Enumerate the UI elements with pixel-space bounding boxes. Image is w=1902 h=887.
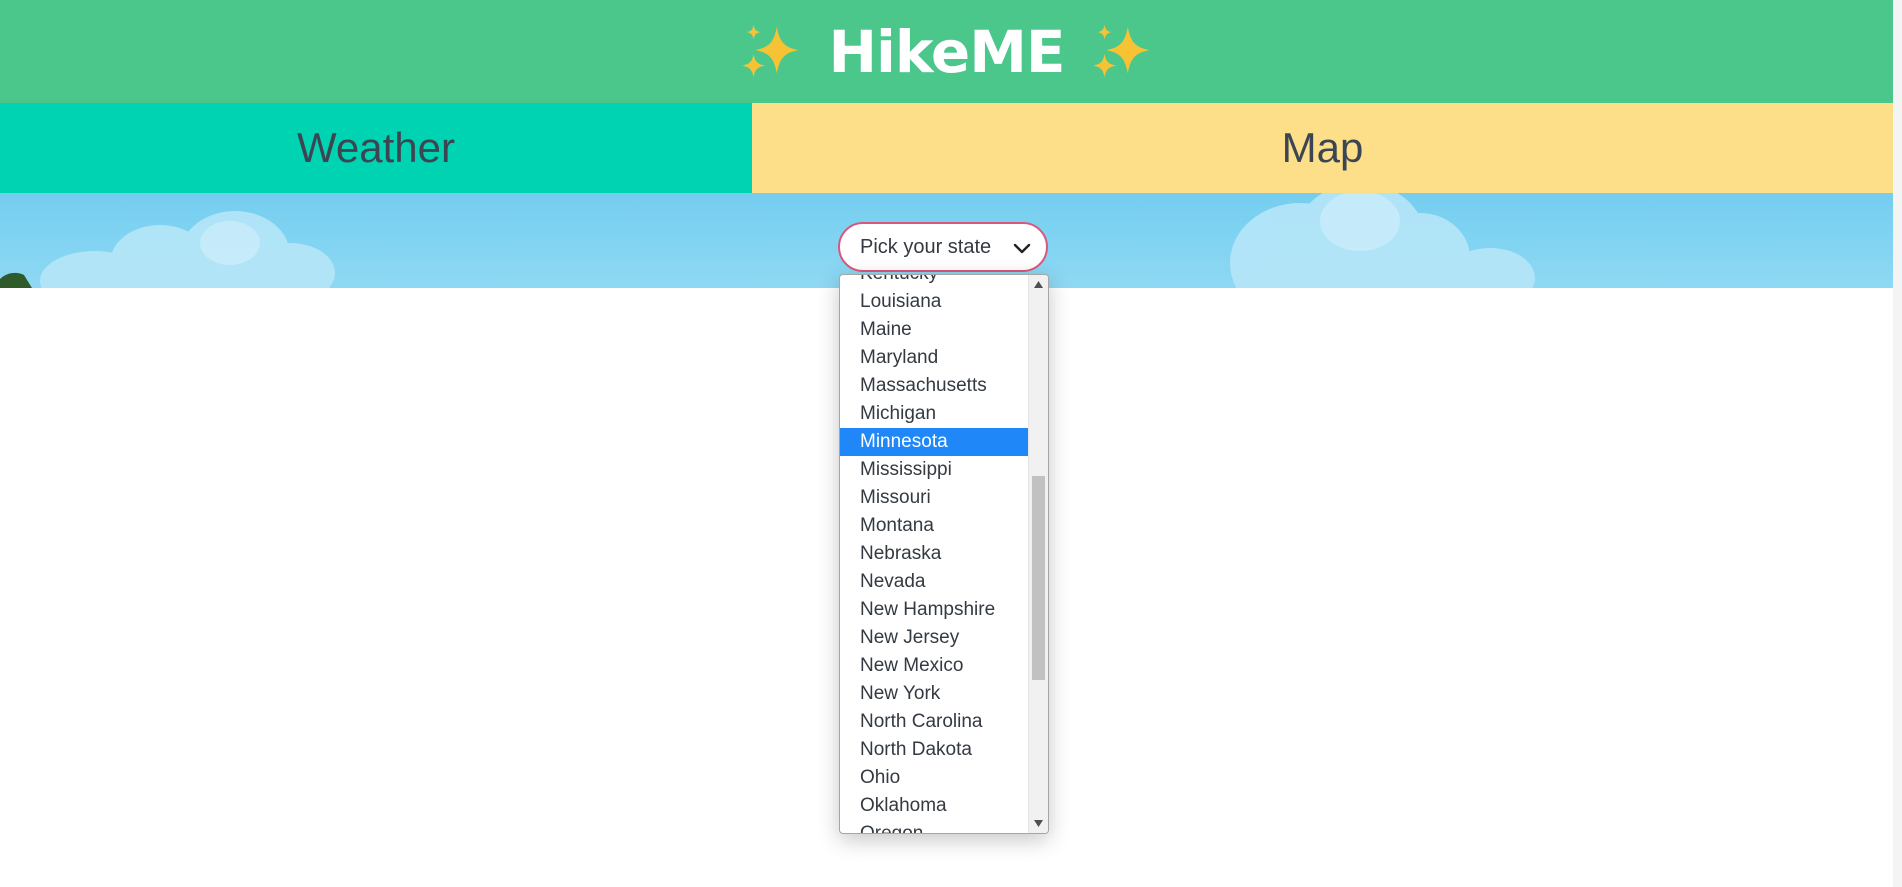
state-option[interactable]: Maine [840,316,1029,344]
state-dropdown-list[interactable]: KentuckyLouisianaMaineMarylandMassachuse… [839,274,1049,834]
tab-weather-label: Weather [297,124,455,171]
app-title: HikeME [828,17,1065,86]
scroll-up-arrow-icon[interactable] [1034,281,1043,288]
state-option[interactable]: Michigan [840,400,1029,428]
dropdown-scrollbar-thumb[interactable] [1032,476,1045,680]
page-scrollbar[interactable] [1893,0,1902,887]
dropdown-scrollbar[interactable] [1028,275,1048,833]
state-option[interactable]: Ohio [840,764,1029,792]
tab-weather[interactable]: Weather [0,103,752,193]
sparkles-icon [1092,24,1149,77]
state-option[interactable]: Maryland [840,344,1029,372]
tab-map[interactable]: Map [752,103,1893,193]
state-option[interactable]: North Dakota [840,736,1029,764]
state-option[interactable]: Louisiana [840,288,1029,316]
state-option[interactable]: Mississippi [840,456,1029,484]
state-select-placeholder: Pick your state [860,235,992,258]
scroll-down-arrow-icon[interactable] [1034,820,1043,827]
chevron-down-icon [1013,243,1031,254]
state-option[interactable]: Nebraska [840,540,1029,568]
state-option[interactable]: New York [840,680,1029,708]
app-header: HikeME [0,0,1893,103]
state-option[interactable]: North Carolina [840,708,1029,736]
state-option-list: KentuckyLouisianaMaineMarylandMassachuse… [840,275,1029,833]
state-option[interactable]: Montana [840,512,1029,540]
state-option[interactable]: Kentucky [840,275,1029,288]
state-option[interactable]: Minnesota [840,428,1029,456]
state-option[interactable]: New Jersey [840,624,1029,652]
state-select[interactable]: Pick your state [838,222,1048,272]
state-option[interactable]: Oklahoma [840,792,1029,820]
state-option[interactable]: Oregon [840,820,1029,833]
state-option[interactable]: Nevada [840,568,1029,596]
sparkles-icon [742,24,799,77]
tab-map-label: Map [1281,124,1364,171]
state-option[interactable]: Massachusetts [840,372,1029,400]
state-option[interactable]: Missouri [840,484,1029,512]
state-option[interactable]: New Hampshire [840,596,1029,624]
state-option[interactable]: New Mexico [840,652,1029,680]
